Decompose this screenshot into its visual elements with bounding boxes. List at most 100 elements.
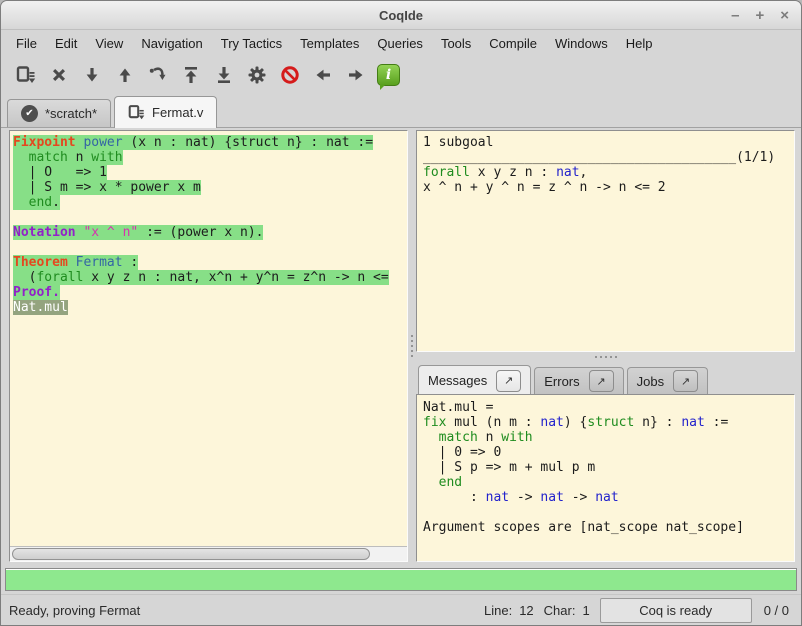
code-line: end — [423, 475, 788, 490]
code-line: match n with — [423, 430, 788, 445]
stop-icon — [280, 65, 300, 85]
menu-edit[interactable]: Edit — [46, 33, 86, 54]
arrow-left-icon — [313, 65, 333, 85]
menu-tools[interactable]: Tools — [432, 33, 480, 54]
message-tab-bar: Messages ↗ Errors ↗ Jobs ↗ — [416, 361, 795, 394]
code-line: Theorem Fermat : — [13, 255, 407, 270]
menu-compile[interactable]: Compile — [480, 33, 546, 54]
code-line — [13, 210, 407, 225]
progress-bar — [5, 568, 797, 591]
code-line: Argument scopes are [nat_scope nat_scope… — [423, 520, 788, 535]
code-line: x ^ n + y ^ n = z ^ n -> n <= 2 — [423, 180, 788, 195]
main-area: Fixpoint power (x n : nat) {struct n} : … — [1, 128, 801, 564]
code-line: : nat -> nat -> nat — [423, 490, 788, 505]
restart-button[interactable] — [174, 59, 207, 90]
tab-errors-label: Errors — [544, 374, 579, 389]
char-value: 1 — [582, 603, 589, 618]
tab-fermat-label: Fermat.v — [152, 105, 203, 120]
status-bar: Ready, proving Fermat Line: 12 Char: 1 C… — [1, 594, 801, 625]
code-line: 1 subgoal — [423, 135, 788, 150]
goals-pane[interactable]: 1 subgoal_______________________________… — [416, 130, 795, 352]
code-line: Notation "x ^ n" := (power x n). — [13, 225, 407, 240]
minimize-button[interactable]: – — [731, 8, 739, 23]
vertical-splitter[interactable] — [408, 130, 416, 562]
go-to-cursor-button[interactable] — [141, 59, 174, 90]
go-to-end-button[interactable] — [207, 59, 240, 90]
previous-button[interactable] — [306, 59, 339, 90]
step-backward-button[interactable] — [108, 59, 141, 90]
arrow-to-bottom-icon — [214, 65, 234, 85]
save-icon — [128, 104, 145, 121]
interrupt-button[interactable] — [273, 59, 306, 90]
tab-messages-label: Messages — [428, 373, 487, 388]
menu-help[interactable]: Help — [617, 33, 662, 54]
menu-try-tactics[interactable]: Try Tactics — [212, 33, 291, 54]
menu-queries[interactable]: Queries — [368, 33, 432, 54]
code-line: Proof. — [13, 285, 407, 300]
close-document-button[interactable] — [42, 59, 75, 90]
horizontal-splitter[interactable] — [416, 352, 795, 361]
document-tab-bar: ✔ *scratch* Fermat.v — [1, 93, 801, 128]
detach-errors-button[interactable]: ↗ — [589, 370, 614, 392]
code-line: forall x y z n : nat, — [423, 165, 788, 180]
arrow-down-icon — [82, 65, 102, 85]
line-value: 12 — [519, 603, 533, 618]
toolbar: i — [1, 56, 801, 93]
detach-messages-button[interactable]: ↗ — [496, 370, 521, 392]
check-circle-icon: ✔ — [21, 105, 38, 122]
code-line — [423, 505, 788, 520]
line-label: Line: — [484, 603, 512, 618]
detach-jobs-button[interactable]: ↗ — [673, 370, 698, 392]
menu-view[interactable]: View — [86, 33, 132, 54]
menu-windows[interactable]: Windows — [546, 33, 617, 54]
detach-icon: ↗ — [681, 375, 690, 388]
code-line: | S m => x * power x m — [13, 180, 407, 195]
tab-jobs[interactable]: Jobs ↗ — [627, 367, 708, 394]
menu-templates[interactable]: Templates — [291, 33, 368, 54]
code-line: end. — [13, 195, 407, 210]
script-editor[interactable]: Fixpoint power (x n : nat) {struct n} : … — [10, 131, 407, 546]
arrow-up-icon — [115, 65, 135, 85]
code-line: ________________________________________… — [423, 150, 788, 165]
script-editor-pane: Fixpoint power (x n : nat) {struct n} : … — [9, 130, 408, 562]
coq-status-box: Coq is ready — [600, 598, 752, 623]
maximize-button[interactable]: + — [755, 8, 764, 23]
code-line: Nat.mul = — [423, 400, 788, 415]
tab-messages[interactable]: Messages ↗ — [418, 365, 531, 395]
gear-icon — [247, 65, 267, 85]
close-button[interactable]: × — [780, 8, 789, 23]
code-line: | O => 1 — [13, 165, 407, 180]
next-button[interactable] — [339, 59, 372, 90]
code-line: | 0 => 0 — [423, 445, 788, 460]
fully-check-button[interactable] — [240, 59, 273, 90]
tab-scratch-label: *scratch* — [45, 106, 97, 121]
tab-scratch[interactable]: ✔ *scratch* — [7, 99, 111, 127]
arrow-to-top-icon — [181, 65, 201, 85]
save-button[interactable] — [9, 59, 42, 90]
step-forward-button[interactable] — [75, 59, 108, 90]
horizontal-scrollbar — [10, 546, 407, 561]
detach-icon: ↗ — [597, 375, 606, 388]
code-line: | S p => m + mul p m — [423, 460, 788, 475]
tab-errors[interactable]: Errors ↗ — [534, 367, 623, 394]
tab-jobs-label: Jobs — [637, 374, 664, 389]
title-bar[interactable]: CoqIde – + × — [1, 1, 801, 30]
go-to-cursor-icon — [148, 65, 168, 85]
messages-pane[interactable]: Nat.mul =fix mul (n m : nat) {struct n} … — [416, 394, 795, 562]
right-column: 1 subgoal_______________________________… — [416, 130, 795, 562]
info-bubble-icon: i — [377, 64, 400, 86]
code-line — [13, 240, 407, 255]
arrow-right-icon — [346, 65, 366, 85]
detach-icon: ↗ — [504, 374, 513, 387]
menu-navigation[interactable]: Navigation — [132, 33, 211, 54]
window-controls: – + × — [731, 1, 789, 29]
coqide-window: CoqIde – + × File Edit View Navigation T… — [0, 0, 802, 626]
about-button[interactable]: i — [372, 59, 405, 90]
menu-file[interactable]: File — [7, 33, 46, 54]
tab-fermat[interactable]: Fermat.v — [114, 96, 217, 128]
job-counter: 0 / 0 — [764, 603, 789, 618]
scrollbar-thumb[interactable] — [12, 548, 370, 560]
save-icon — [16, 65, 36, 85]
status-message: Ready, proving Fermat — [9, 603, 474, 618]
close-icon — [49, 65, 69, 85]
